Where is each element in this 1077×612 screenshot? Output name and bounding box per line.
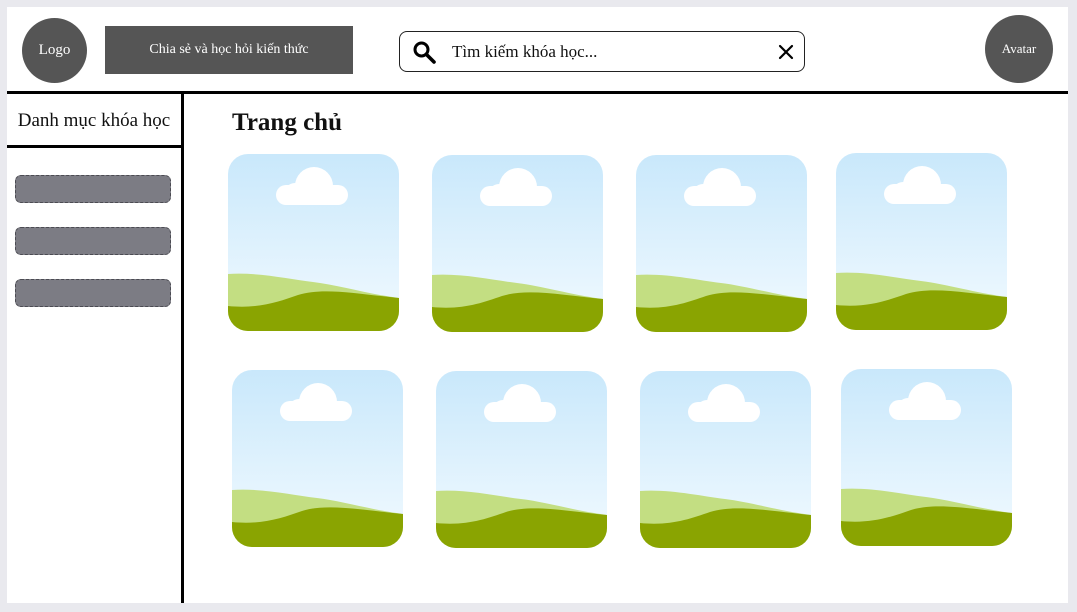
header-divider	[7, 91, 1068, 94]
sidebar-divider	[181, 94, 184, 603]
search-bar	[399, 31, 805, 72]
sidebar-item-1[interactable]	[15, 175, 171, 203]
course-card[interactable]	[228, 154, 399, 331]
course-card[interactable]	[432, 155, 603, 332]
page: Logo Chia sẻ và học hỏi kiến thức Avatar…	[7, 7, 1068, 603]
image-placeholder-icon	[841, 369, 1012, 546]
sidebar-item-2[interactable]	[15, 227, 171, 255]
sidebar-title-divider	[7, 145, 181, 148]
image-placeholder-icon	[640, 371, 811, 548]
course-card[interactable]	[636, 155, 807, 332]
image-placeholder-icon	[436, 371, 607, 548]
course-card[interactable]	[232, 370, 403, 547]
image-placeholder-icon	[228, 154, 399, 331]
image-placeholder-icon	[636, 155, 807, 332]
sidebar-item-3[interactable]	[15, 279, 171, 307]
course-card[interactable]	[436, 371, 607, 548]
search-input[interactable]	[452, 41, 770, 62]
logo-label: Logo	[38, 42, 71, 58]
page-title: Trang chủ	[232, 109, 342, 136]
close-icon[interactable]	[778, 44, 794, 60]
avatar-label: Avatar	[1001, 41, 1037, 56]
course-card[interactable]	[836, 153, 1007, 330]
site-tagline: Chia sẻ và học hỏi kiến thức	[105, 26, 353, 74]
course-card[interactable]	[640, 371, 811, 548]
tagline-text: Chia sẻ và học hỏi kiến thức	[149, 42, 309, 57]
search-icon[interactable]	[412, 40, 436, 64]
image-placeholder-icon	[432, 155, 603, 332]
avatar[interactable]: Avatar	[985, 15, 1053, 83]
course-card[interactable]	[841, 369, 1012, 546]
image-placeholder-icon	[836, 153, 1007, 330]
logo[interactable]: Logo	[22, 18, 87, 83]
image-placeholder-icon	[232, 370, 403, 547]
sidebar-title: Danh mục khóa học	[17, 110, 171, 131]
